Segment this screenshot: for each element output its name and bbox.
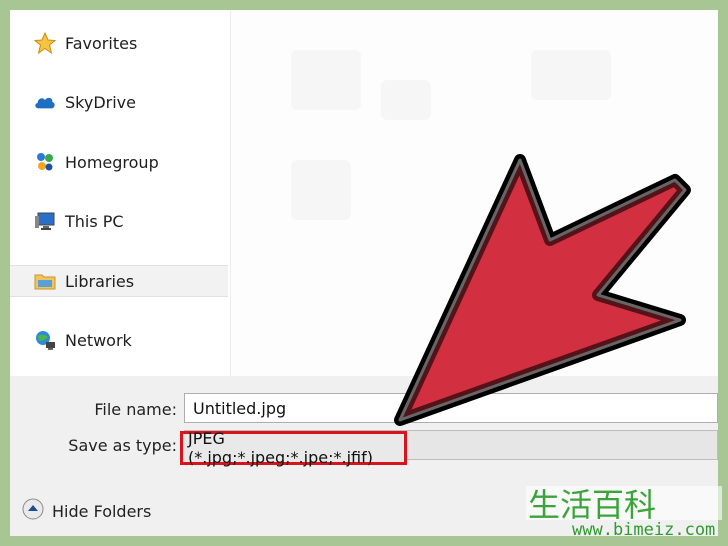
nav-item-network[interactable]: Network xyxy=(10,325,228,355)
navigation-pane: Favorites SkyDrive Homegroup This PC Lib… xyxy=(10,10,231,376)
watermark-chars: 生活百科 xyxy=(528,486,656,524)
chevron-up-icon xyxy=(22,498,44,524)
nav-item-label: Network xyxy=(65,330,132,350)
faint-folder-thumbnail xyxy=(291,50,361,110)
nav-item-skydrive[interactable]: SkyDrive xyxy=(10,87,228,117)
homegroup-icon xyxy=(34,151,56,173)
network-icon xyxy=(34,329,56,351)
file-list-pane[interactable] xyxy=(231,10,718,376)
file-name-input[interactable]: Untitled.jpg xyxy=(184,393,718,423)
save-dialog: Favorites SkyDrive Homegroup This PC Lib… xyxy=(10,10,718,536)
nav-item-label: Homegroup xyxy=(65,152,159,172)
cloud-icon xyxy=(34,91,56,113)
nav-item-label: This PC xyxy=(65,211,124,231)
faint-folder-thumbnail xyxy=(531,50,611,100)
nav-item-label: SkyDrive xyxy=(65,92,136,112)
nav-item-this-pc[interactable]: This PC xyxy=(10,206,228,236)
nav-item-favorites[interactable]: Favorites xyxy=(10,28,228,58)
file-name-label: File name: xyxy=(94,400,177,419)
watermark-url: www.bimeiz.com xyxy=(572,520,716,540)
save-as-type-value: JPEG (*.jpg;*.jpeg;*.jpe;*.jfif) xyxy=(188,429,373,467)
hide-folders-button[interactable]: Hide Folders xyxy=(22,498,151,524)
faint-folder-thumbnail xyxy=(381,80,431,120)
faint-folder-thumbnail xyxy=(291,160,351,220)
computer-icon xyxy=(34,210,56,232)
nav-item-label: Favorites xyxy=(65,33,138,53)
save-as-type-highlight[interactable]: JPEG (*.jpg;*.jpeg;*.jpe;*.jfif) xyxy=(180,429,407,467)
hide-folders-label: Hide Folders xyxy=(52,501,152,521)
star-icon xyxy=(34,32,56,54)
save-as-type-label: Save as type: xyxy=(68,436,177,455)
folder-icon xyxy=(34,270,56,292)
nav-item-homegroup[interactable]: Homegroup xyxy=(10,147,228,177)
nav-item-libraries[interactable]: Libraries xyxy=(10,265,228,297)
nav-item-label: Libraries xyxy=(65,271,135,291)
